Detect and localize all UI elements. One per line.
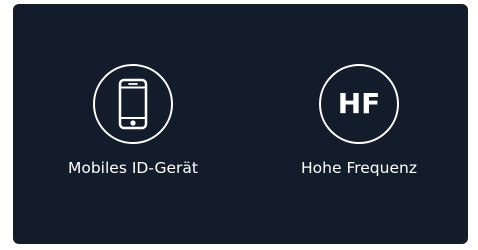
feature-mobile-id-device: Mobiles ID-Gerät	[43, 64, 223, 177]
feature-label: Mobiles ID-Gerät	[67, 159, 198, 177]
feature-high-frequency: HF Hohe Frequenz	[269, 64, 449, 177]
feature-card: Mobiles ID-Gerät HF Hohe Frequenz	[13, 4, 468, 244]
smartphone-icon	[93, 64, 173, 144]
hf-icon: HF	[319, 64, 399, 144]
hf-icon-text: HF	[337, 87, 381, 120]
feature-label: Hohe Frequenz	[301, 159, 417, 177]
